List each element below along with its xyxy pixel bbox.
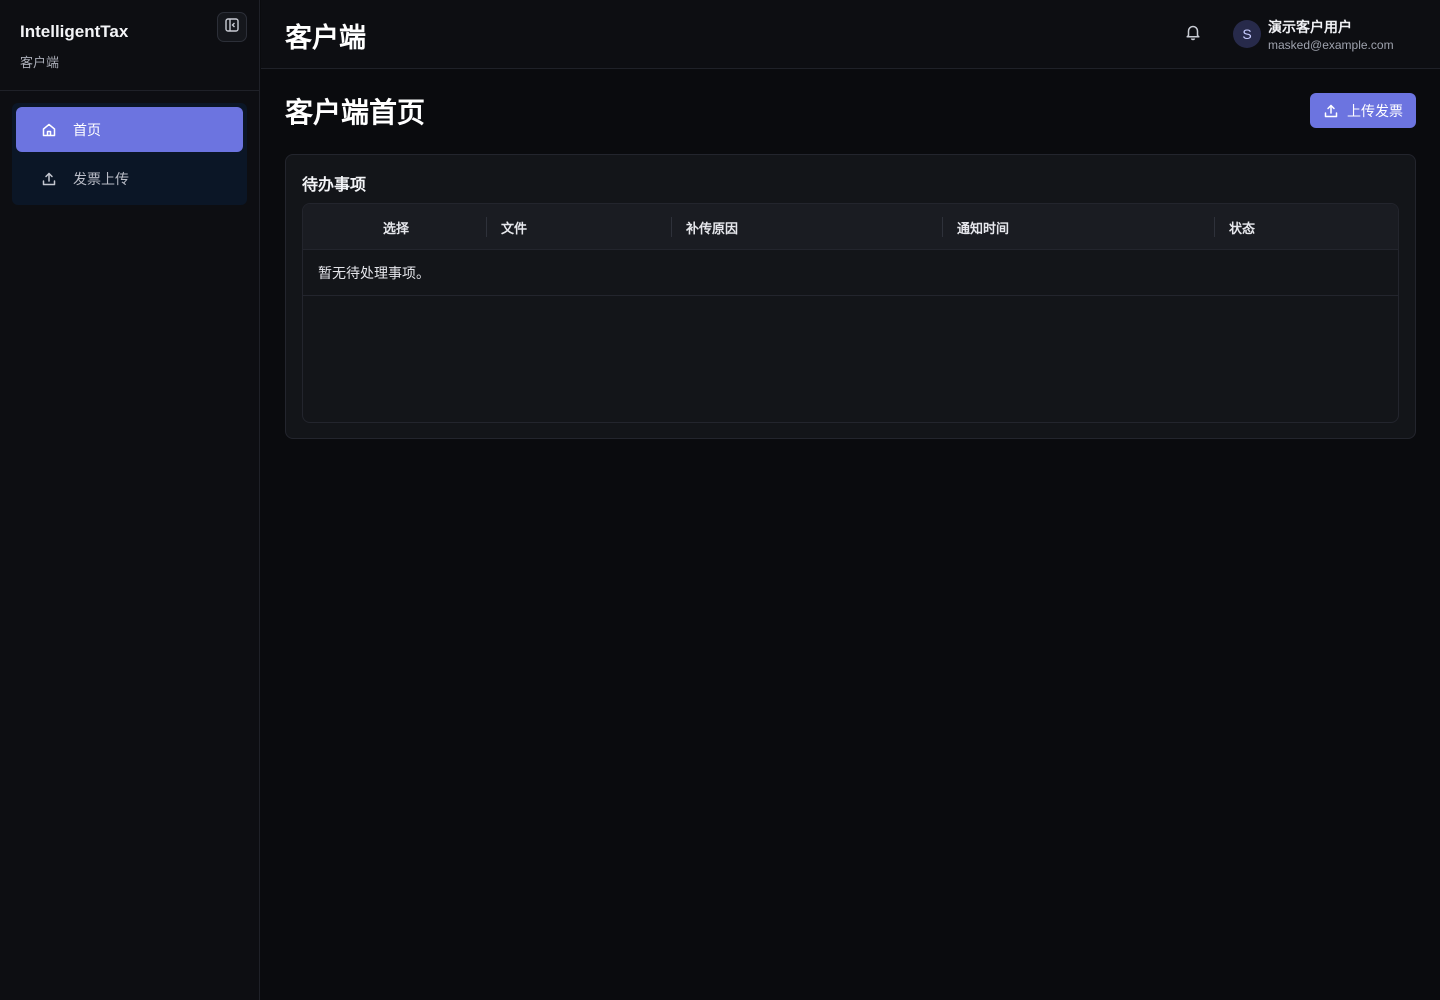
sidebar-nav: 首页 发票上传 [12, 103, 247, 205]
sidebar-item-label: 发票上传 [73, 170, 129, 187]
column-header-status[interactable]: 状态 [1229, 204, 1255, 250]
column-header-select[interactable]: 选择 [383, 204, 409, 250]
sidebar-item-home[interactable]: 首页 [16, 107, 243, 152]
sidebar: IntelligentTax 客户端 首页 发票上传 [0, 0, 260, 1000]
sidebar-collapse-icon [224, 17, 240, 38]
brand-title: IntelligentTax [20, 22, 129, 41]
todo-title: 待办事项 [302, 177, 367, 194]
home-icon [40, 121, 58, 139]
todo-card: 待办事项 选择 文件 补传原因 通知时间 状态 暂无待处理事项。 [285, 154, 1416, 439]
table-header: 选择 文件 补传原因 通知时间 状态 [303, 204, 1398, 250]
empty-state-message: 暂无待处理事项。 [303, 250, 1398, 296]
upload-icon [40, 170, 58, 188]
sidebar-item-label: 首页 [73, 121, 101, 138]
page-title: 客户端首页 [285, 97, 426, 128]
brand-subtitle: 客户端 [20, 55, 60, 70]
sidebar-collapse-button[interactable] [217, 12, 247, 42]
user-name: 演示客户用户 [1268, 19, 1352, 35]
column-header-file[interactable]: 文件 [501, 204, 527, 250]
column-header-reason[interactable]: 补传原因 [686, 204, 738, 250]
upload-icon [1323, 103, 1339, 119]
user-email: masked@example.com [1268, 38, 1394, 52]
column-header-notify-time[interactable]: 通知时间 [957, 204, 1009, 250]
column-divider[interactable] [486, 217, 487, 237]
bell-icon [1184, 23, 1202, 46]
todo-table: 选择 文件 补传原因 通知时间 状态 暂无待处理事项。 [302, 203, 1399, 423]
upload-button-label: 上传发票 [1347, 102, 1403, 119]
column-divider[interactable] [671, 217, 672, 237]
top-header: 客户端 S 演示客户用户 masked@example.com [261, 0, 1440, 69]
notification-button[interactable] [1183, 24, 1203, 44]
column-divider[interactable] [942, 217, 943, 237]
upload-invoice-button[interactable]: 上传发票 [1310, 93, 1416, 128]
header-title: 客户端 [285, 23, 366, 53]
sidebar-item-invoice-upload[interactable]: 发票上传 [16, 156, 243, 201]
brand-area: IntelligentTax 客户端 [0, 0, 259, 91]
column-divider[interactable] [1214, 217, 1215, 237]
user-avatar[interactable]: S [1233, 20, 1261, 48]
